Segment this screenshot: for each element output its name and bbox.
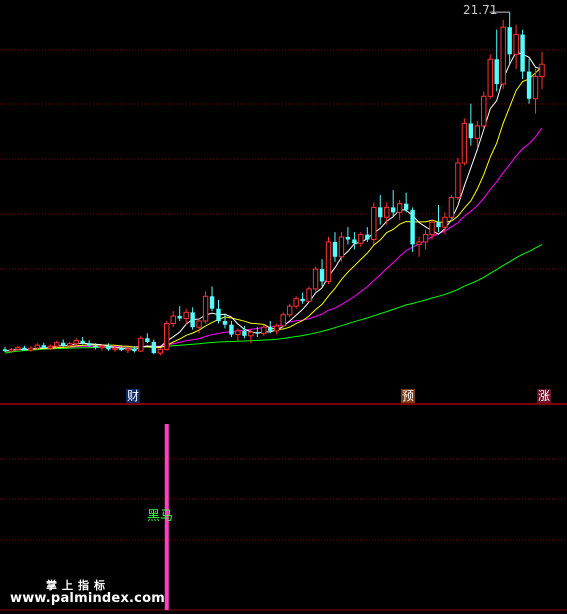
candle-body — [248, 331, 254, 337]
candle-body — [455, 162, 461, 199]
candle-body — [22, 347, 27, 351]
candle-body — [274, 325, 280, 332]
candle-body — [15, 347, 21, 350]
candle-body — [34, 344, 41, 349]
candle-body — [325, 241, 332, 282]
candle-body — [242, 330, 247, 336]
candle-body — [164, 322, 170, 350]
candle-body — [352, 239, 357, 244]
candle-body — [468, 123, 474, 139]
candle-body — [526, 71, 532, 99]
candle-body — [2, 349, 8, 352]
candle-body — [28, 347, 34, 351]
candle-body — [410, 209, 415, 245]
candle-body — [177, 316, 182, 319]
candle-body — [474, 125, 481, 139]
high-price-label: 21.71 — [463, 3, 498, 17]
candle-body — [261, 326, 267, 334]
candle-body — [235, 330, 241, 336]
chart-stage: { "chart_data": { "type": "candlestick",… — [0, 0, 567, 614]
candle-body — [268, 327, 273, 331]
brand-url: www.palmindex.com — [10, 591, 165, 606]
signal-label: 黑马 — [147, 509, 174, 524]
candle-body — [183, 311, 189, 320]
candle-body — [209, 296, 215, 309]
candle-body — [255, 332, 260, 334]
candle-body — [138, 337, 144, 352]
candle-body — [312, 268, 319, 290]
candle-body — [319, 269, 325, 282]
candle-body — [345, 237, 351, 240]
candle-body — [306, 288, 312, 302]
ma5-line — [4, 51, 543, 352]
ma20-line — [4, 127, 543, 352]
candle-body — [86, 343, 92, 346]
candle-body — [293, 298, 299, 307]
candle-body — [539, 63, 545, 78]
candle-body — [487, 58, 493, 97]
candle-body — [448, 197, 455, 218]
candle-body — [507, 27, 512, 55]
candle-body — [332, 241, 338, 257]
candle-body — [436, 222, 441, 228]
candle-body — [338, 236, 345, 258]
candle-body — [378, 207, 383, 218]
ma60-line — [4, 243, 543, 354]
candle-body — [106, 346, 111, 350]
candle-body — [500, 26, 506, 85]
candle-body — [125, 348, 131, 351]
candle-body — [67, 343, 73, 347]
candle-body — [422, 234, 429, 243]
candle-body — [157, 348, 163, 354]
candle-body — [8, 348, 15, 352]
candle-body — [403, 203, 409, 210]
candle-body — [358, 234, 364, 244]
candle-body — [416, 241, 422, 245]
candle-body — [365, 234, 370, 240]
candle-body — [216, 308, 221, 321]
candle-body — [73, 340, 79, 345]
candle-body — [391, 207, 396, 213]
candle-body — [442, 216, 448, 228]
candle-body — [112, 347, 118, 350]
candle-body — [300, 298, 305, 302]
candle-body — [494, 59, 499, 84]
candle-body — [461, 122, 468, 164]
candle-body — [61, 342, 66, 346]
candle-body — [151, 341, 157, 354]
candle-body — [170, 315, 176, 324]
candle-body — [371, 206, 377, 241]
candle-body — [99, 345, 105, 349]
ma10-line — [4, 66, 543, 352]
candle-body — [93, 345, 98, 348]
candle-body — [229, 324, 234, 335]
candle-body — [520, 34, 525, 72]
candle-body — [481, 95, 487, 127]
candle-body — [222, 320, 228, 325]
candle-body — [80, 340, 85, 344]
event-tag-rise: 涨 — [537, 389, 552, 403]
event-tag-forecast: 预 — [401, 389, 416, 403]
candle-body — [532, 76, 539, 100]
candle-body — [119, 348, 124, 351]
candle-body — [280, 314, 286, 327]
candle-body — [429, 221, 435, 236]
candle-body — [196, 320, 202, 328]
candle-body — [396, 203, 403, 213]
candlestick-chart — [0, 11, 567, 611]
candle-body — [202, 295, 209, 322]
candle-body — [286, 305, 293, 316]
candle-body — [384, 206, 390, 218]
candle-body — [190, 312, 195, 328]
candle-body — [132, 348, 137, 352]
event-tag-earnings: 财 — [126, 389, 141, 403]
candle-body — [41, 345, 47, 349]
candle-body — [47, 345, 53, 349]
candle-body — [54, 342, 60, 347]
candle-body — [145, 338, 150, 342]
candle-body — [513, 34, 519, 55]
